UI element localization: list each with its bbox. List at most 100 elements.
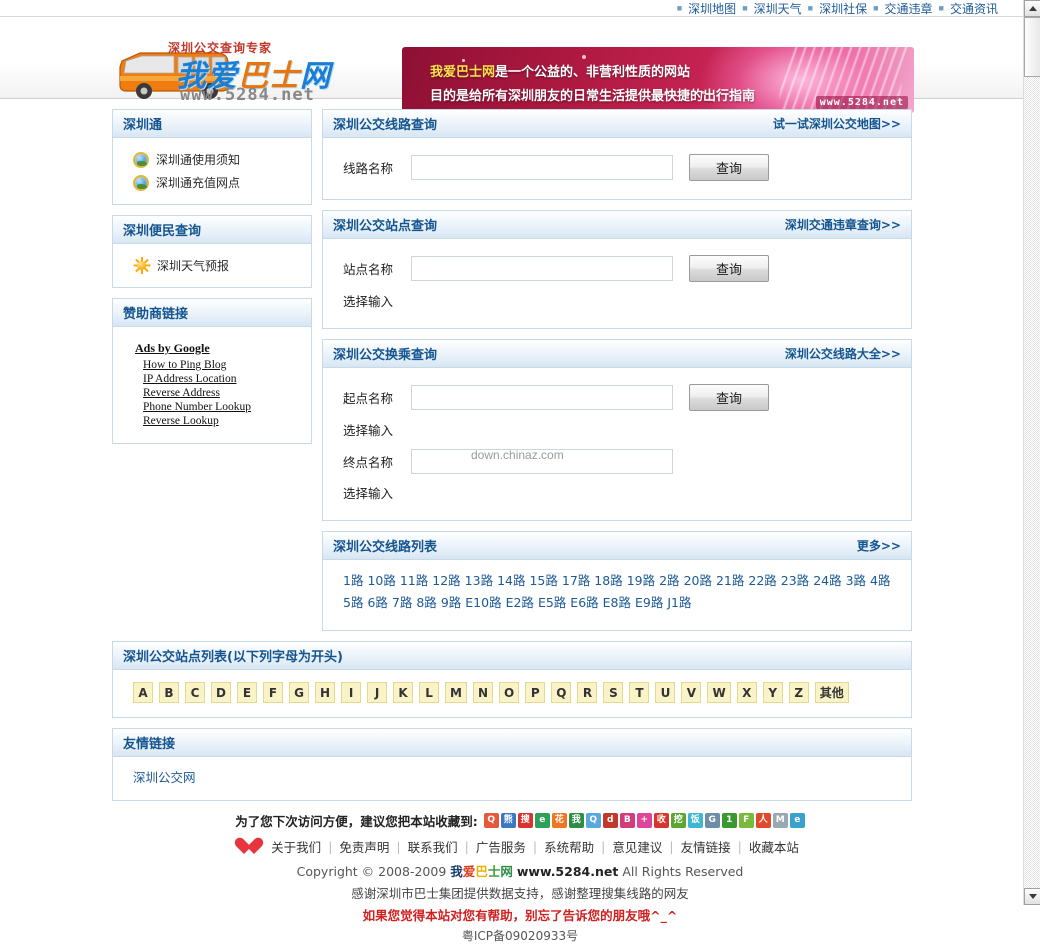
ie-icon[interactable]: e	[789, 813, 805, 828]
mail-icon[interactable]: M	[772, 813, 788, 828]
route-link[interactable]: 6路	[367, 595, 387, 610]
footer-link-system-help[interactable]: 系统帮助	[537, 837, 601, 856]
link-try-bus-map[interactable]: 试一试深圳公交地图>>	[773, 115, 901, 132]
route-link[interactable]: 11路	[400, 573, 428, 588]
letter-button-Z[interactable]: Z	[788, 682, 809, 703]
route-link[interactable]: 13路	[465, 573, 493, 588]
letter-button-I[interactable]: I	[341, 682, 362, 703]
nav-link-traffic-news[interactable]: 交通资讯	[950, 0, 998, 17]
friend-link-shenzhen-bus[interactable]: 深圳公交网	[125, 770, 196, 785]
ad-link-how-to-ping-blog[interactable]: How to Ping Blog	[143, 359, 299, 371]
start-name-input[interactable]	[411, 385, 673, 410]
ad-link-reverse-address[interactable]: Reverse Address	[143, 387, 299, 399]
nav-link-traffic-violation[interactable]: 交通违章	[885, 0, 933, 17]
route-link[interactable]: E5路	[538, 595, 566, 610]
footer-link-feedback[interactable]: 意见建议	[605, 837, 669, 856]
letter-button-P[interactable]: P	[525, 682, 546, 703]
scroll-up-button[interactable]	[1024, 0, 1040, 17]
google-icon[interactable]: G	[704, 813, 720, 828]
footer-link-ad-service[interactable]: 广告服务	[469, 837, 533, 856]
route-link[interactable]: 7路	[392, 595, 412, 610]
route-link[interactable]: E9路	[635, 595, 663, 610]
sidebar-item-label[interactable]: 深圳通使用须知	[156, 151, 240, 168]
route-link[interactable]: 17路	[562, 573, 590, 588]
route-link[interactable]: 4路	[870, 573, 890, 588]
letter-button-S[interactable]: S	[603, 682, 624, 703]
route-link[interactable]: 19路	[627, 573, 655, 588]
yi-icon[interactable]: 1	[721, 813, 737, 828]
letter-button-U[interactable]: U	[655, 682, 676, 703]
wa-icon[interactable]: 挖	[670, 813, 686, 828]
vertical-scrollbar[interactable]	[1023, 0, 1040, 905]
people-icon[interactable]: 人	[755, 813, 771, 828]
link-all-bus-routes[interactable]: 深圳公交线路大全>>	[785, 345, 901, 362]
footer-link-friend-links[interactable]: 友情链接	[674, 837, 738, 856]
sidebar-item-usage-notice[interactable]: 深圳通使用须知	[125, 148, 299, 171]
letter-button-D[interactable]: D	[211, 682, 231, 703]
letter-button-Y[interactable]: Y	[762, 682, 783, 703]
baidu-icon[interactable]: 熊	[500, 813, 516, 828]
ad-link-phone-number-lookup[interactable]: Phone Number Lookup	[143, 401, 299, 413]
route-link[interactable]: 5路	[343, 595, 363, 610]
footer-link-disclaimer[interactable]: 免责声明	[332, 837, 396, 856]
plus-icon[interactable]: +	[636, 813, 652, 828]
letter-button-M[interactable]: M	[445, 682, 467, 703]
letter-button-C[interactable]: C	[185, 682, 205, 703]
letter-button-Q[interactable]: Q	[551, 682, 572, 703]
nav-link-weather[interactable]: 深圳天气	[754, 0, 802, 17]
shou-icon[interactable]: 收	[653, 813, 669, 828]
route-link[interactable]: J1路	[667, 595, 691, 610]
route-link[interactable]: 22路	[748, 573, 776, 588]
end-select-hint[interactable]: 选择输入	[343, 483, 899, 502]
sidebar-item-label[interactable]: 深圳通充值网点	[156, 174, 240, 191]
start-select-hint[interactable]: 选择输入	[343, 420, 899, 439]
letter-button-G[interactable]: G	[289, 682, 309, 703]
station-query-button[interactable]: 查询	[689, 255, 769, 282]
ie-circle-icon[interactable]: e	[534, 813, 550, 828]
route-link[interactable]: E2路	[506, 595, 534, 610]
letter-button-B[interactable]: B	[159, 682, 179, 703]
footer-link-contact-us[interactable]: 联系我们	[401, 837, 465, 856]
letter-button-A[interactable]: A	[133, 682, 153, 703]
footer-link-about-us[interactable]: 关于我们	[264, 837, 328, 856]
letter-button-T[interactable]: T	[629, 682, 650, 703]
link-traffic-violation-query[interactable]: 深圳交通违章查询>>	[785, 216, 901, 233]
wo-icon[interactable]: 我	[568, 813, 584, 828]
letter-button-H[interactable]: H	[315, 682, 336, 703]
letter-button-其他[interactable]: 其他	[814, 682, 849, 703]
route-name-input[interactable]	[411, 155, 673, 180]
letter-button-L[interactable]: L	[419, 682, 440, 703]
ad-link-ip-address-location[interactable]: IP Address Location	[143, 373, 299, 385]
route-link[interactable]: 9路	[441, 595, 461, 610]
letter-button-J[interactable]: J	[367, 682, 388, 703]
route-link[interactable]: 18路	[594, 573, 622, 588]
scrollbar-thumb[interactable]	[1024, 17, 1040, 77]
letter-button-W[interactable]: W	[707, 682, 731, 703]
footer-link-bookmark-site[interactable]: 收藏本站	[742, 837, 806, 856]
letter-button-E[interactable]: E	[237, 682, 257, 703]
letter-button-F[interactable]: F	[263, 682, 283, 703]
beta-icon[interactable]: B	[619, 813, 635, 828]
sohu-icon[interactable]: 搜	[517, 813, 533, 828]
letter-button-V[interactable]: V	[681, 682, 702, 703]
link-more-routes[interactable]: 更多>>	[857, 537, 901, 554]
nav-link-map[interactable]: 深圳地图	[688, 0, 736, 17]
route-link[interactable]: E6路	[570, 595, 598, 610]
nav-link-social-security[interactable]: 深圳社保	[819, 0, 867, 17]
route-link[interactable]: 23路	[781, 573, 809, 588]
ad-link-reverse-lookup[interactable]: Reverse Lookup	[143, 415, 299, 427]
route-link[interactable]: E8路	[603, 595, 631, 610]
route-link[interactable]: 14路	[497, 573, 525, 588]
route-link[interactable]: E10路	[465, 595, 501, 610]
qzone-icon[interactable]: Q	[585, 813, 601, 828]
ads-by-google-label[interactable]: Ads by Google	[135, 341, 299, 356]
route-link[interactable]: 1路	[343, 573, 363, 588]
qq-icon[interactable]: Q	[483, 813, 499, 828]
transfer-query-button[interactable]: 查询	[689, 384, 769, 411]
douban-icon[interactable]: d	[602, 813, 618, 828]
sidebar-item-recharge-points[interactable]: 深圳通充值网点	[125, 171, 299, 194]
station-name-input[interactable]	[411, 256, 673, 281]
scroll-down-button[interactable]	[1024, 888, 1040, 905]
sidebar-item-weather-forecast[interactable]: 深圳天气预报	[125, 254, 299, 277]
route-link[interactable]: 24路	[813, 573, 841, 588]
